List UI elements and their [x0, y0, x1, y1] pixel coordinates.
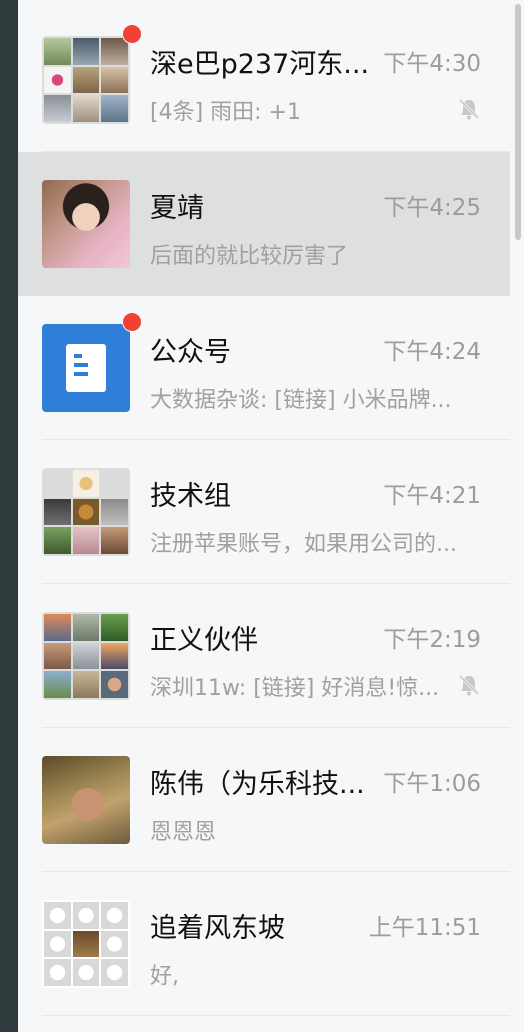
avatar [42, 324, 130, 412]
chat-preview: 后面的就比较厉害了 [150, 244, 349, 269]
chat-preview: 深圳11w: [链接] 好消息!惊... [150, 676, 440, 701]
avatar [42, 36, 130, 124]
chat-item[interactable]: 公众号 下午4:24 大数据杂谈: [链接] 小米品牌... [18, 296, 510, 440]
unread-badge [122, 24, 142, 44]
chat-name: 追着风东坡 [150, 913, 285, 944]
chat-time: 下午1:06 [383, 771, 481, 797]
mute-bell-icon [458, 98, 480, 120]
chat-item[interactable]: 追着风东坡 上午11:51 好, [18, 872, 510, 1016]
avatar [42, 612, 130, 700]
chat-name: 正义伙伴 [150, 625, 258, 656]
avatar [42, 180, 130, 268]
chat-name: 技术组 [150, 481, 231, 512]
chat-preview: [4条] 雨田: +1 [150, 100, 301, 125]
chat-name: 深e巴p237河东... [150, 49, 370, 80]
divider [42, 1015, 510, 1016]
chat-item[interactable]: 正义伙伴 下午2:19 深圳11w: [链接] 好消息!惊... [18, 584, 510, 728]
official-accounts-icon [66, 344, 106, 392]
chat-name: 陈伟（为乐科技... [150, 769, 365, 800]
chat-name: 夏靖 [150, 193, 204, 224]
avatar [42, 756, 130, 844]
unread-badge [122, 312, 142, 332]
chat-time: 下午4:21 [383, 483, 481, 509]
chat-preview: 大数据杂谈: [链接] 小米品牌... [150, 388, 452, 413]
chat-preview: 好, [150, 964, 179, 989]
chat-item[interactable]: 夏靖 下午4:25 后面的就比较厉害了 [18, 152, 510, 296]
chat-item[interactable]: 技术组 下午4:21 注册苹果账号，如果用公司的... [18, 440, 510, 584]
chat-time: 下午4:24 [383, 339, 481, 365]
chat-time: 下午2:19 [383, 627, 481, 653]
chat-name: 公众号 [150, 337, 231, 368]
chat-time: 上午11:51 [368, 915, 481, 941]
chat-preview: 注册苹果账号，如果用公司的... [150, 532, 457, 557]
chat-list: 深e巴p237河东... 下午4:30 [4条] 雨田: +1 夏靖 下午4:2… [18, 8, 510, 1016]
chat-time: 下午4:25 [383, 195, 481, 221]
scrollbar-thumb[interactable] [515, 4, 521, 240]
mute-bell-icon [458, 674, 480, 696]
chat-item[interactable]: 陈伟（为乐科技... 下午1:06 恩恩恩 [18, 728, 510, 872]
chat-preview: 恩恩恩 [150, 820, 217, 845]
chat-list-panel: 深e巴p237河东... 下午4:30 [4条] 雨田: +1 夏靖 下午4:2… [18, 0, 524, 1032]
avatar [42, 900, 130, 988]
chat-time: 下午4:30 [383, 51, 481, 77]
avatar [42, 468, 130, 556]
chat-item[interactable]: 深e巴p237河东... 下午4:30 [4条] 雨田: +1 [18, 8, 510, 152]
scrollbar[interactable] [510, 0, 524, 1032]
